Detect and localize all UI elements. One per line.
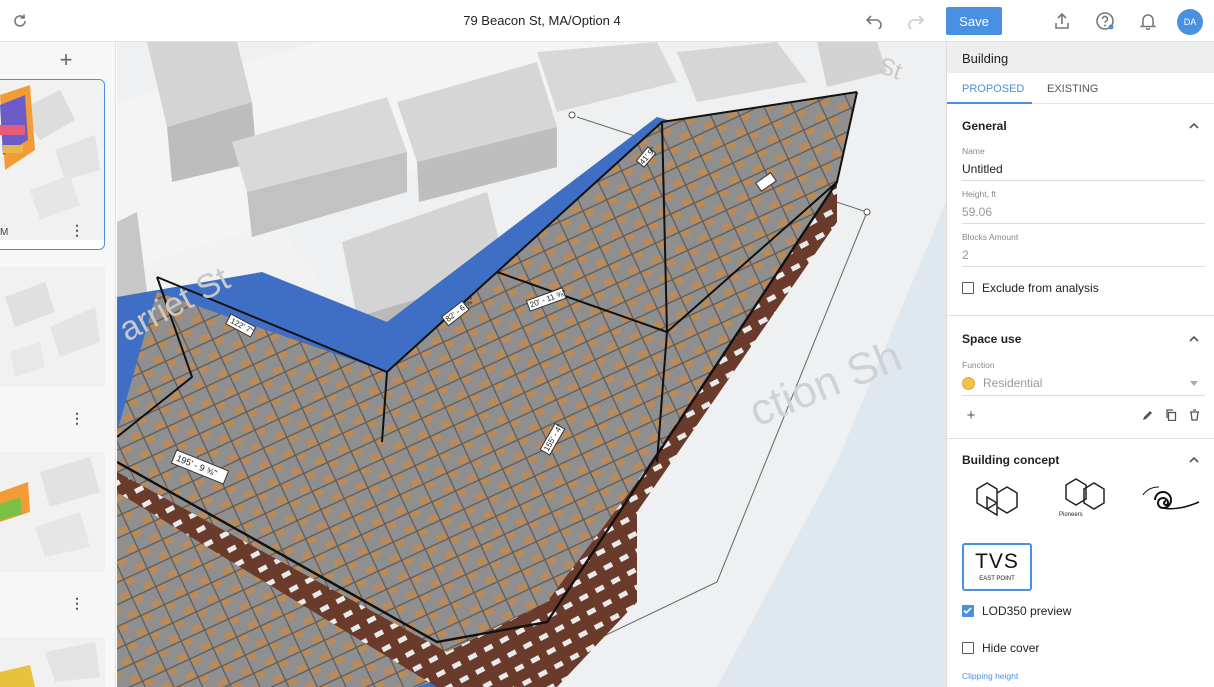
option-thumbnail	[0, 637, 105, 687]
user-avatar[interactable]: DA	[1177, 9, 1203, 35]
option-label: M	[0, 227, 9, 238]
concept-logo-cubes-icon[interactable]	[973, 479, 1021, 521]
building-concept-section: Building concept Pioneers TVS EAST POINT…	[947, 439, 1214, 687]
concept-label: Pioneers	[1059, 512, 1083, 518]
chevron-up-icon[interactable]	[1188, 454, 1200, 466]
section-title: Building concept	[962, 453, 1060, 467]
option-more-menu-icon[interactable]: ⋮	[70, 596, 84, 610]
field-underline	[962, 266, 1205, 267]
checkbox-label: Hide cover	[982, 641, 1040, 655]
concept-logo-swirl-icon[interactable]	[1137, 483, 1201, 517]
undo-icon[interactable]	[862, 9, 886, 33]
option-more-menu-icon[interactable]: ⋮	[70, 411, 84, 425]
option-thumbnail	[0, 452, 105, 572]
field-label: Function	[962, 360, 995, 370]
option-card[interactable]	[0, 452, 105, 572]
field-label: Blocks Amount	[962, 232, 1019, 242]
share-upload-icon[interactable]	[1050, 9, 1074, 33]
option-thumbnail	[0, 80, 104, 240]
help-icon[interactable]	[1093, 9, 1117, 33]
field-label: Height, ft	[962, 189, 997, 199]
lod350-preview-checkbox[interactable]	[962, 605, 974, 617]
blocks-amount-field[interactable]: 2	[962, 248, 969, 262]
save-button[interactable]: Save	[946, 7, 1002, 35]
option-card[interactable]	[0, 637, 105, 687]
tvs-subtitle: EAST POINT	[979, 576, 1015, 582]
add-option-icon[interactable]: +	[54, 48, 78, 72]
field-underline	[962, 180, 1205, 181]
pioneers-cubes-icon	[1065, 478, 1105, 510]
function-color-swatch	[962, 377, 975, 390]
general-section: General Name Untitled Height, ft 59.06 B…	[947, 104, 1214, 316]
option-more-menu-icon[interactable]: ⋮	[70, 223, 84, 237]
edit-pencil-icon[interactable]	[1141, 408, 1155, 422]
checkmark-icon	[963, 607, 972, 614]
field-underline	[962, 223, 1205, 224]
building-3d-model[interactable]: 122' 7" 82' - 6 ⅝" 41' 9" 20' - 11 ⅝" 15…	[117, 42, 946, 687]
exclude-analysis-checkbox[interactable]	[962, 282, 974, 294]
name-field[interactable]: Untitled	[962, 162, 1003, 176]
delete-trash-icon[interactable]	[1187, 408, 1201, 422]
tvs-logo: TVS	[975, 550, 1019, 573]
notifications-bell-icon[interactable]	[1136, 9, 1160, 33]
field-label: Name	[962, 146, 985, 156]
properties-panel: Building PROPOSED EXISTING General Name …	[946, 42, 1214, 687]
chevron-up-icon[interactable]	[1188, 333, 1200, 345]
dropdown-arrow-icon[interactable]	[1190, 381, 1198, 386]
concept-tvs-selected[interactable]: TVS EAST POINT	[962, 543, 1032, 591]
checkbox-label: Exclude from analysis	[982, 281, 1099, 295]
tab-proposed[interactable]: PROPOSED	[962, 83, 1024, 95]
clipping-height-label: Clipping height	[962, 671, 1019, 681]
tab-existing[interactable]: EXISTING	[1047, 83, 1098, 95]
panel-tabs: PROPOSED EXISTING	[947, 73, 1214, 104]
redo-icon[interactable]	[904, 9, 928, 33]
space-use-section: Space use Function Residential +	[947, 316, 1214, 439]
section-title: General	[962, 119, 1007, 133]
height-field[interactable]: 59.06	[962, 205, 992, 219]
function-select[interactable]: Residential	[983, 376, 1042, 390]
field-underline	[962, 395, 1205, 396]
3d-viewport[interactable]: 122' 7" 82' - 6 ⅝" 41' 9" 20' - 11 ⅝" 15…	[117, 42, 946, 687]
hide-cover-checkbox[interactable]	[962, 642, 974, 654]
checkbox-label: LOD350 preview	[982, 604, 1072, 618]
section-title: Space use	[962, 332, 1022, 346]
options-sidebar: + M ⋮ ⋮ ⋮	[0, 42, 116, 687]
copy-icon[interactable]	[1164, 408, 1178, 422]
panel-header: Building	[947, 42, 1214, 73]
option-card-active[interactable]: M ⋮	[0, 79, 105, 250]
add-function-icon[interactable]: +	[964, 407, 978, 424]
top-bar: 79 Beacon St, MA/Option 4 Save DA	[0, 0, 1214, 42]
chevron-up-icon[interactable]	[1188, 120, 1200, 132]
option-card[interactable]	[0, 267, 105, 387]
option-thumbnail	[0, 267, 105, 387]
concept-pioneers[interactable]: Pioneers	[1059, 477, 1113, 527]
